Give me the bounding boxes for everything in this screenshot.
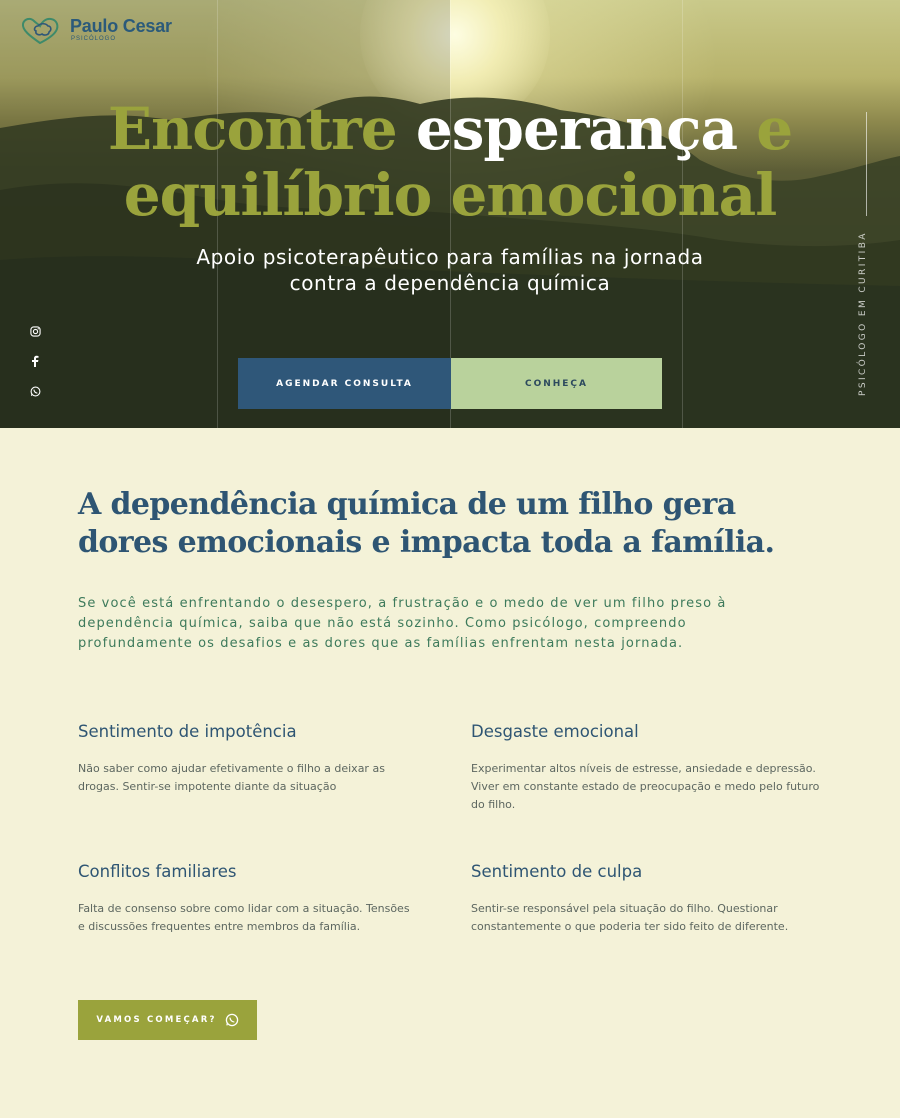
vertical-location-tag: PSICÓLOGO EM CURITIBA	[858, 231, 868, 396]
card-title: Sentimento de culpa	[471, 862, 643, 881]
cta-label: VAMOS COMEÇAR?	[96, 1015, 217, 1025]
schedule-consultation-button[interactable]: AGENDAR CONSULTA	[238, 358, 451, 409]
card-impotence: Sentimento de impotência Não saber como …	[78, 721, 438, 796]
hero-title-highlight: esperança	[415, 95, 738, 163]
learn-more-button[interactable]: CONHEÇA	[451, 358, 662, 409]
heart-brain-icon	[21, 17, 59, 45]
card-text: Experimentar altos níveis de estresse, a…	[471, 762, 820, 811]
card-family-conflicts: Conflitos familiares Falta de consenso s…	[78, 861, 438, 936]
brand-subtitle: PSICÓLOGO	[71, 36, 117, 42]
card-text: Falta de consenso sobre como lidar com a…	[78, 902, 410, 933]
hero-title-part1: Encontre	[107, 95, 416, 163]
instagram-icon[interactable]	[26, 322, 44, 340]
whatsapp-icon	[225, 1013, 238, 1027]
section-intro: Se você está enfrentando o desespero, a …	[78, 596, 727, 651]
vertical-rule	[866, 112, 867, 216]
card-text: Não saber como ajudar efetivamente o fil…	[78, 762, 385, 793]
card-text: Sentir-se responsável pela situação do f…	[471, 902, 789, 933]
hero-subtitle: Apoio psicoterapêutico para famílias na …	[0, 244, 900, 296]
card-emotional-strain: Desgaste emocional Experimentar altos ní…	[471, 721, 831, 814]
card-title: Conflitos familiares	[78, 862, 237, 881]
brand-logo[interactable]: Paulo Cesar PSICÓLOGO	[20, 16, 172, 46]
facebook-icon[interactable]	[26, 352, 44, 370]
lets-start-button[interactable]: VAMOS COMEÇAR?	[78, 1000, 257, 1040]
section-title: A dependência química de um filho gera d…	[78, 487, 775, 560]
brand-name: Paulo Cesar	[70, 16, 172, 36]
card-title: Sentimento de impotência	[78, 722, 297, 741]
card-guilt: Sentimento de culpa Sentir-se responsáve…	[471, 861, 831, 936]
hero-subtitle-text: Apoio psicoterapêutico para famílias na …	[196, 245, 704, 295]
hero-title: Encontre esperança e equilíbrio emociona…	[0, 96, 900, 228]
whatsapp-icon[interactable]	[26, 382, 44, 400]
card-title: Desgaste emocional	[471, 722, 639, 741]
